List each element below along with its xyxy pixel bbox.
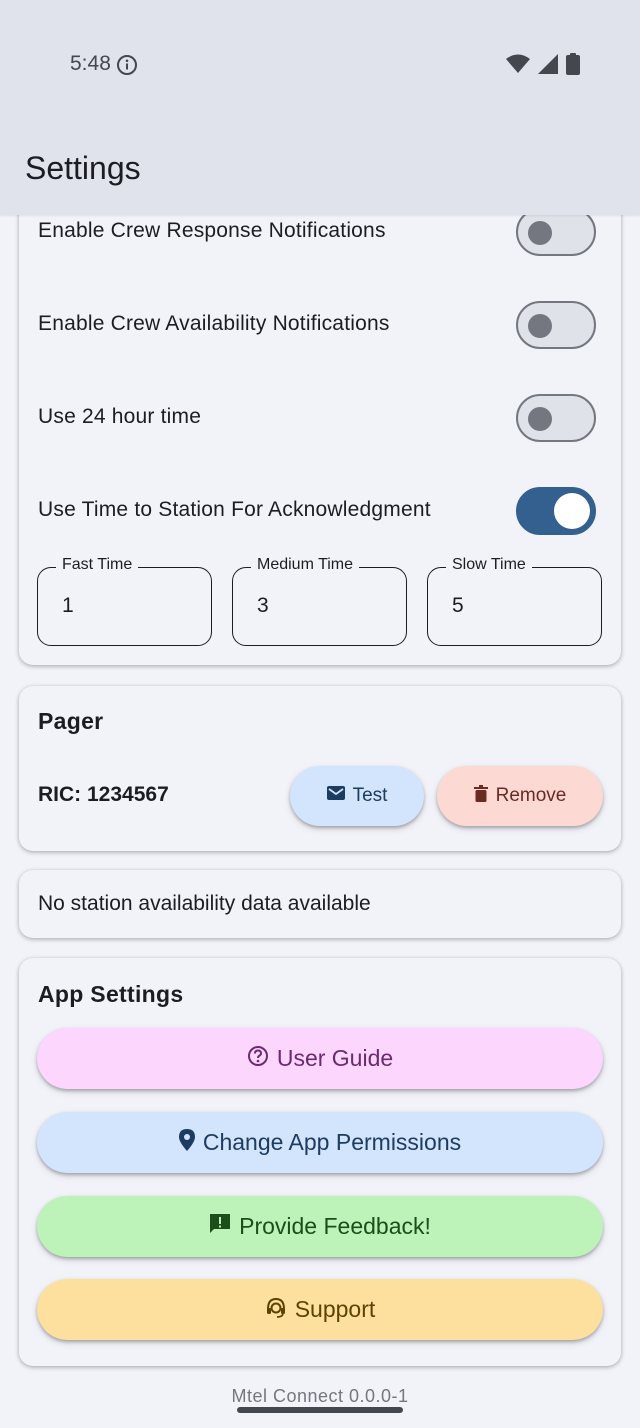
status-bar: 5:48 [0, 0, 640, 130]
cell-signal-icon [538, 54, 558, 79]
field-value: 5 [452, 594, 464, 617]
location-pin-icon [178, 1128, 195, 1157]
support-label: Support [294, 1296, 376, 1322]
status-time: 5:48 [70, 52, 111, 75]
setting-row-time-to-station: Use Time to Station For Acknowledgment [38, 485, 598, 535]
page-title: Settings [25, 150, 141, 186]
field-label: Fast Time [56, 556, 139, 574]
test-button[interactable]: Test [290, 766, 424, 826]
test-button-label: Test [352, 785, 388, 806]
setting-row-crew-availability: Enable Crew Availability Notifications [38, 299, 598, 349]
app-bar: Settings [0, 130, 640, 215]
setting-label: Enable Crew Availability Notifications [38, 312, 390, 335]
crew-availability-toggle[interactable] [516, 301, 596, 349]
remove-button[interactable]: Remove [437, 766, 603, 826]
toggle-knob [528, 221, 552, 245]
pager-title: Pager [38, 708, 104, 734]
ric-label: RIC: 1234567 [38, 783, 169, 806]
fast-time-field[interactable]: Fast Time 1 [37, 556, 212, 646]
setting-label: Use Time to Station For Acknowledgment [38, 498, 431, 521]
toggle-knob [528, 314, 552, 338]
app-settings-title: App Settings [38, 981, 184, 1007]
toggle-knob [528, 407, 552, 431]
provide-feedback-label: Provide Feedback! [239, 1213, 431, 1239]
slow-time-field[interactable]: Slow Time 5 [427, 556, 602, 646]
field-value: 1 [62, 594, 74, 617]
crew-response-toggle[interactable] [516, 208, 596, 256]
change-permissions-button[interactable]: Change App Permissions [37, 1112, 603, 1173]
provide-feedback-button[interactable]: Provide Feedback! [37, 1196, 603, 1257]
battery-icon [566, 53, 580, 80]
support-agent-icon [265, 1296, 287, 1324]
setting-label: Use 24 hour time [38, 405, 202, 428]
trash-icon [473, 784, 488, 808]
help-circle-icon [247, 1045, 269, 1073]
toggle-knob [554, 493, 590, 529]
feedback-icon [209, 1213, 231, 1241]
status-icons [506, 53, 580, 80]
setting-label: Enable Crew Response Notifications [38, 219, 386, 242]
field-value: 3 [257, 594, 269, 617]
medium-time-field[interactable]: Medium Time 3 [232, 556, 407, 646]
field-label: Slow Time [446, 556, 532, 574]
app-version: Mtel Connect 0.0.0-1 [231, 1386, 409, 1406]
user-guide-button[interactable]: User Guide [37, 1028, 603, 1089]
mail-icon [326, 785, 345, 807]
station-availability-message: No station availability data available [38, 892, 371, 915]
field-label: Medium Time [251, 556, 360, 574]
home-indicator[interactable] [237, 1407, 403, 1413]
setting-row-24-hour: Use 24 hour time [38, 392, 598, 442]
wifi-icon [506, 54, 530, 79]
change-permissions-label: Change App Permissions [202, 1129, 462, 1155]
user-guide-label: User Guide [276, 1045, 394, 1071]
remove-button-label: Remove [495, 785, 567, 806]
24-hour-time-toggle[interactable] [516, 394, 596, 442]
support-button[interactable]: Support [37, 1279, 603, 1340]
time-to-station-toggle[interactable] [516, 487, 596, 535]
info-icon [116, 54, 138, 81]
